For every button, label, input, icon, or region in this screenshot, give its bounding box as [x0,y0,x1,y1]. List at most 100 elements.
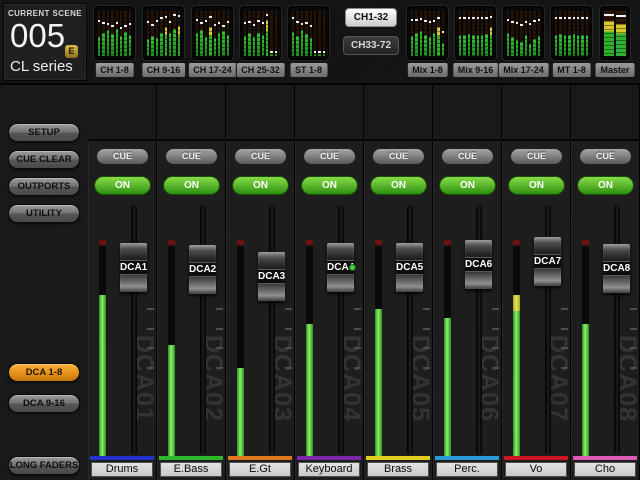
on-button[interactable]: ON [577,176,634,195]
channel-color-bar [90,456,154,460]
channel-strip[interactable]: CUEONDCA03DCA3E.Gt [226,85,295,480]
meter-block[interactable] [143,6,184,60]
fader-knob[interactable]: DCA4 [327,243,354,292]
channel-name[interactable]: Brass [367,462,429,477]
fader-scale-tick [492,347,499,349]
channel-strip[interactable]: CUEONDCA02DCA2E.Bass [157,85,226,480]
meter-bar-fill [433,33,435,56]
meter-bar [318,10,320,56]
fader-knob[interactable]: DCA6 [465,240,492,289]
meter-peak-mark [415,19,417,21]
meter-bar-fill [616,24,626,56]
on-button[interactable]: ON [508,176,565,195]
cue-button[interactable]: CUE [579,148,632,165]
on-button[interactable]: ON [94,176,151,195]
meter-bank-label[interactable]: Mix 9-16 [452,62,500,78]
cue-button[interactable]: CUE [165,148,218,165]
channel-strip[interactable]: CUEONDCA07DCA7Vo [502,85,571,480]
meter-peak-mark [111,25,113,27]
channel-name[interactable]: E.Gt [229,462,291,477]
meter-block[interactable] [455,6,496,60]
meter-bar-fill [292,32,294,56]
sidebar-dca-bank-button[interactable]: DCA 9-16 [8,394,80,413]
meter-bar-fill [411,36,413,56]
channel-strip[interactable]: CUEONDCA06DCA6Perc. [433,85,502,480]
meter-bank-label[interactable]: Mix 1-8 [406,62,449,78]
meter-bank-label[interactable]: CH 25-32 [235,62,286,78]
sidebar-button-setup[interactable]: SETUP [8,123,80,142]
meter-bar [415,10,417,56]
sidebar-button-utility[interactable]: UTILITY [8,204,80,223]
channel-name[interactable]: Cho [574,462,636,477]
channel-name[interactable]: E.Bass [160,462,222,477]
cue-button[interactable]: CUE [510,148,563,165]
meter-block[interactable] [551,6,592,60]
meter-peak-mark [529,23,531,25]
meter-fill [444,318,451,457]
channel-strip[interactable]: CUEONDCA01DCA1Drums [88,85,157,480]
on-button[interactable]: ON [301,176,358,195]
meter-bank-label[interactable]: Master [594,62,635,78]
meter-bank-label[interactable]: Mix 17-24 [497,62,550,78]
scene-panel[interactable]: CURRENT SCENE 005 E CL series [3,3,87,81]
cue-button[interactable]: CUE [96,148,149,165]
meter-peak-mark [559,17,561,19]
cue-button[interactable]: CUE [441,148,494,165]
cue-button[interactable]: CUE [372,148,425,165]
meter-block[interactable] [600,6,630,60]
meter-peak-mark [472,17,474,19]
meter-block[interactable] [503,6,544,60]
meter-bar [111,10,113,56]
meter-block[interactable] [240,6,281,60]
on-button[interactable]: ON [163,176,220,195]
meter-peak-mark [178,15,180,17]
on-button[interactable]: ON [439,176,496,195]
cue-button[interactable]: CUE [234,148,287,165]
meter-bar-fill [559,34,561,56]
meter-bar-fill [200,30,202,56]
meter-block[interactable] [192,6,233,60]
meter-bank-label[interactable]: CH 9-16 [141,62,187,78]
meter-block[interactable] [94,6,135,60]
meter-peak-mark [616,15,626,17]
scene-model-label: CL series [10,58,73,75]
fader-knob[interactable]: DCA1 [120,243,147,292]
fader-knob[interactable]: DCA2 [189,245,216,294]
long-faders-button[interactable]: LONG FADERS [8,456,80,475]
channel-strip[interactable]: CUEONDCA05DCA5Brass [364,85,433,480]
channel-name[interactable]: Vo [505,462,567,477]
channel-name[interactable]: Perc. [436,462,498,477]
channel-name[interactable]: Drums [91,462,153,477]
cue-button[interactable]: CUE [303,148,356,165]
meter-peak-mark [205,20,207,22]
on-button[interactable]: ON [370,176,427,195]
meter-bar-fill [98,37,100,56]
meter-bank-button-ch1-32[interactable]: CH1-32 [345,8,397,27]
fader-knob[interactable]: DCA5 [396,243,423,292]
fader-knob[interactable]: DCA7 [534,237,561,286]
meter-bar [459,10,461,56]
fader-knob[interactable]: DCA8 [603,244,630,293]
on-button[interactable]: ON [232,176,289,195]
channel-strip[interactable]: CUEONDCA04DCA4Keyboard [295,85,364,480]
meter-bank-label[interactable]: CH 1-8 [94,62,135,78]
meter-bank-label[interactable]: MT 1-8 [551,62,592,78]
meter-peak-mark [156,20,158,22]
meter-block[interactable] [288,6,329,60]
meter-bar-fill [586,35,588,56]
meter-bank-button-ch33-72[interactable]: CH33-72 [343,36,399,55]
meter-block[interactable] [407,6,448,60]
sidebar-dca-bank-button[interactable]: DCA 1-8 [8,363,80,382]
sidebar-button-outports[interactable]: OUTPORTS [8,177,80,196]
channel-name[interactable]: Keyboard [298,462,360,477]
fader-knob[interactable]: DCA3 [258,252,285,301]
meter-peak-mark [169,21,171,23]
meter-bank-label[interactable]: CH 17-24 [187,62,238,78]
meter-peak-mark [424,20,426,22]
meter-track [375,246,382,457]
channel-strip[interactable]: CUEONDCA08DCA8Cho [571,85,640,480]
meter-bank-label[interactable]: ST 1-8 [289,62,328,78]
meter-peak-mark [442,31,444,33]
channel-header-zone [433,85,501,141]
sidebar-button-cue-clear[interactable]: CUE CLEAR [8,150,80,169]
